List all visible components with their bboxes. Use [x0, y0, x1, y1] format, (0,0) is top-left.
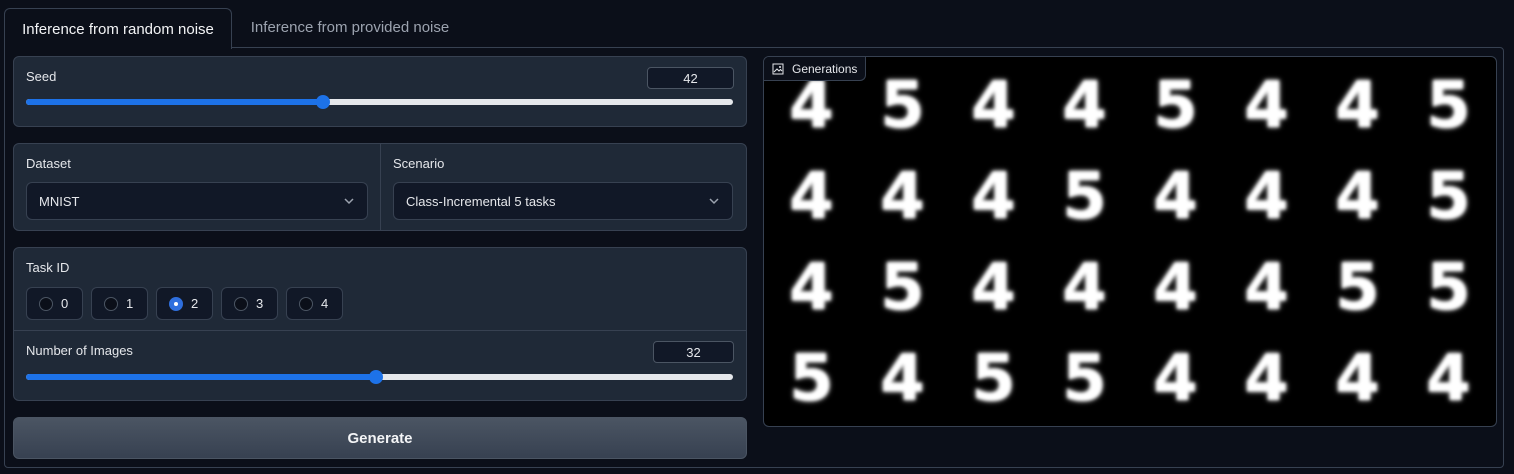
task-id-option-label: 3	[256, 296, 264, 311]
generated-digit-image[interactable]: 4	[1312, 151, 1403, 242]
generated-digit-image[interactable]: 5	[1403, 151, 1494, 242]
generated-digit-image[interactable]: 5	[1130, 60, 1221, 151]
generated-digit-image[interactable]: 5	[1312, 242, 1403, 333]
radio-circle-icon	[104, 296, 118, 311]
seed-slider-fill	[26, 99, 323, 105]
task-id-label: Task ID	[26, 260, 70, 275]
task-id-option-4[interactable]: 4	[286, 287, 343, 320]
seed-number-input[interactable]: 42	[647, 67, 734, 89]
generated-digit-image[interactable]: 4	[1221, 242, 1312, 333]
dataset-dropdown[interactable]: MNIST	[26, 182, 368, 220]
generated-digit-image[interactable]: 4	[948, 60, 1039, 151]
seed-label: Seed	[26, 69, 57, 84]
seed-slider-thumb[interactable]	[315, 95, 330, 109]
image-icon	[772, 63, 784, 74]
task-id-option-0[interactable]: 0	[26, 287, 83, 320]
generated-digit-image[interactable]: 4	[1130, 151, 1221, 242]
seed-slider[interactable]	[26, 95, 733, 109]
num-images-slider-thumb[interactable]	[368, 370, 383, 384]
dataset-scenario-divider	[380, 144, 381, 230]
generated-digit-image[interactable]: 4	[766, 151, 857, 242]
generated-images-grid: 45445445444544454544445554554444	[766, 60, 1494, 424]
generated-digit-image[interactable]: 4	[1221, 60, 1312, 151]
generated-digit-image[interactable]: 4	[1039, 60, 1130, 151]
scenario-selected-value: Class-Incremental 5 tasks	[406, 193, 556, 209]
task-id-option-label: 4	[321, 296, 329, 311]
generated-digit-image[interactable]: 4	[1221, 333, 1312, 424]
generated-digit-image[interactable]: 4	[1039, 242, 1130, 333]
radio-selected-icon	[169, 296, 183, 311]
generated-digit-image[interactable]: 4	[1403, 333, 1494, 424]
tab-inference-random-noise[interactable]: Inference from random noise	[4, 8, 232, 49]
scenario-dropdown[interactable]: Class-Incremental 5 tasks	[393, 182, 733, 220]
generated-digit-image[interactable]: 5	[1403, 60, 1494, 151]
dataset-selected-value: MNIST	[39, 193, 80, 209]
generated-digit-image[interactable]: 5	[948, 333, 1039, 424]
chevron-down-icon	[344, 198, 354, 205]
num-images-slider[interactable]	[26, 370, 733, 384]
generated-digit-image[interactable]: 4	[1130, 333, 1221, 424]
num-images-number-input[interactable]: 32	[653, 341, 734, 363]
generated-digit-image[interactable]: 5	[857, 242, 948, 333]
num-images-label: Number of Images	[26, 343, 133, 358]
generated-digit-image[interactable]: 5	[1039, 151, 1130, 242]
generated-digit-image[interactable]: 4	[857, 333, 948, 424]
radio-circle-icon	[234, 296, 248, 311]
task-id-option-1[interactable]: 1	[91, 287, 148, 320]
task-id-option-label: 1	[126, 296, 134, 311]
task-id-option-3[interactable]: 3	[221, 287, 278, 320]
generated-digit-image[interactable]: 4	[766, 242, 857, 333]
radio-circle-icon	[299, 296, 313, 311]
scenario-label: Scenario	[393, 156, 445, 171]
generated-digit-image[interactable]: 5	[766, 333, 857, 424]
seed-block	[13, 56, 747, 127]
generate-button[interactable]: Generate	[13, 417, 747, 459]
radio-circle-icon	[39, 296, 53, 311]
generated-digit-image[interactable]: 5	[1403, 242, 1494, 333]
generated-digit-image[interactable]: 4	[948, 242, 1039, 333]
generated-digit-image[interactable]: 4	[948, 151, 1039, 242]
generated-digit-image[interactable]: 4	[857, 151, 948, 242]
generated-digit-image[interactable]: 4	[1312, 60, 1403, 151]
generated-digit-image[interactable]: 5	[857, 60, 948, 151]
generated-digit-image[interactable]: 4	[1130, 242, 1221, 333]
chevron-down-icon	[709, 198, 719, 205]
task-id-option-label: 2	[191, 296, 199, 311]
task-id-option-2[interactable]: 2	[156, 287, 213, 320]
generated-digit-image[interactable]: 4	[1221, 151, 1312, 242]
generations-label-badge: Generations	[764, 57, 867, 81]
tab-bar: Inference from random noise Inference fr…	[0, 8, 1514, 49]
task-id-option-label: 0	[61, 296, 69, 311]
task-images-divider	[14, 330, 746, 331]
generated-digit-image[interactable]: 5	[1039, 333, 1130, 424]
generations-label: Generations	[792, 61, 858, 76]
dataset-label: Dataset	[26, 156, 71, 171]
num-images-slider-fill	[26, 374, 376, 380]
tab-inference-provided-noise[interactable]: Inference from provided noise	[236, 8, 464, 47]
generated-digit-image[interactable]: 4	[1312, 333, 1403, 424]
